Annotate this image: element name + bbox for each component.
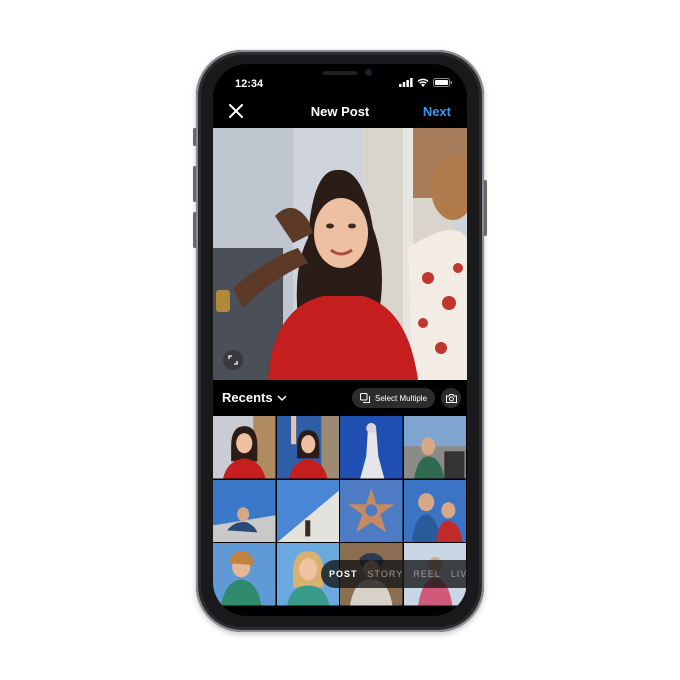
notch	[285, 64, 395, 88]
multiple-select-icon	[360, 393, 370, 403]
status-time: 12:34	[235, 78, 264, 90]
wifi-icon	[417, 78, 429, 87]
gallery-thumbnail[interactable]	[340, 479, 403, 542]
gallery-thumbnail[interactable]	[403, 416, 466, 479]
mode-switcher: POST STORY REEL LIVE	[321, 560, 467, 588]
status-icons	[399, 78, 453, 87]
header: New Post Next	[213, 100, 467, 126]
chevron-down-icon	[277, 395, 287, 401]
speaker	[323, 71, 357, 75]
gallery-thumbnail[interactable]	[213, 543, 276, 606]
album-selector[interactable]: Recents	[222, 390, 287, 405]
gallery-thumbnail[interactable]	[213, 416, 276, 479]
gallery-thumbnail[interactable]	[213, 479, 276, 542]
select-multiple-button[interactable]: Select Multiple	[352, 388, 436, 408]
expand-icon	[228, 355, 238, 365]
next-button[interactable]: Next	[423, 104, 451, 119]
album-label: Recents	[222, 390, 273, 405]
expand-crop-button[interactable]	[223, 350, 243, 370]
phone-screen: 12:34 New Post Next Recents Select Multi…	[213, 64, 467, 616]
gallery-thumbnail[interactable]	[340, 416, 403, 479]
camera-button[interactable]	[441, 388, 461, 408]
mode-story[interactable]: STORY	[368, 569, 404, 579]
gallery-thumbnail[interactable]	[403, 479, 466, 542]
front-camera	[365, 69, 372, 76]
selected-photo-preview	[213, 128, 467, 380]
mode-post[interactable]: POST	[329, 569, 358, 579]
gallery-toolbar: Recents Select Multiple	[213, 380, 467, 416]
select-multiple-label: Select Multiple	[375, 393, 428, 403]
camera-icon	[445, 393, 457, 403]
gallery-thumbnail[interactable]	[276, 479, 339, 542]
mode-reel[interactable]: REEL	[413, 569, 441, 579]
cellular-signal-icon	[399, 78, 413, 87]
selected-photo	[213, 128, 467, 380]
gallery-thumbnail[interactable]	[276, 416, 339, 479]
battery-icon	[433, 78, 452, 87]
mode-live[interactable]: LIVE	[451, 569, 467, 579]
